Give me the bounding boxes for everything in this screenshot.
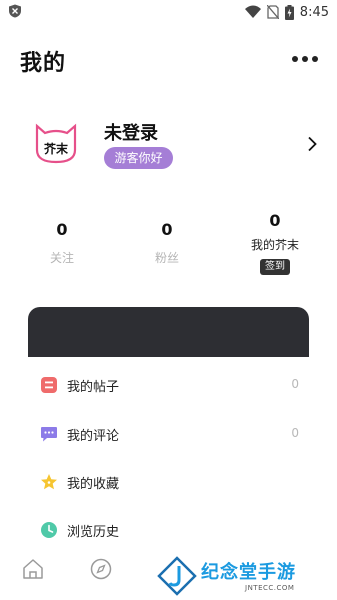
avatar[interactable]: 芥末 xyxy=(33,120,79,166)
battery-charging-icon xyxy=(284,4,294,20)
menu-item-my-comments[interactable]: 我的评论 0 xyxy=(0,413,337,453)
history-icon xyxy=(41,522,57,538)
guest-badge: 游客你好 xyxy=(104,147,173,169)
username[interactable]: 未登录 xyxy=(104,119,158,145)
compass-icon[interactable] xyxy=(90,558,112,580)
more-dot-icon xyxy=(302,56,308,62)
stat-fans[interactable]: 0 粉丝 xyxy=(143,220,191,266)
wifi-icon xyxy=(244,5,261,18)
comment-icon xyxy=(41,427,57,442)
fans-count: 0 xyxy=(161,220,173,239)
shield-icon xyxy=(9,4,21,18)
menu-item-count: 0 xyxy=(291,426,299,440)
more-dot-icon xyxy=(312,56,318,62)
following-count: 0 xyxy=(56,220,68,239)
menu-item-history[interactable]: 浏览历史 xyxy=(0,509,337,549)
menu-item-label: 浏览历史 xyxy=(67,525,120,540)
fans-label: 粉丝 xyxy=(154,251,179,265)
more-options-button[interactable] xyxy=(292,52,318,66)
menu-item-my-favorites[interactable]: 我的收藏 xyxy=(0,461,337,501)
stat-my-jiemo[interactable]: 0 我的芥末 签到 xyxy=(235,211,315,275)
status-time: 8:45 xyxy=(299,4,329,20)
menu-item-count: 0 xyxy=(291,377,299,391)
home-icon[interactable] xyxy=(22,558,44,580)
jiemo-count: 0 xyxy=(269,211,281,230)
page-title: 我的 xyxy=(20,51,67,76)
posts-icon xyxy=(41,377,57,393)
menu-item-label: 我的评论 xyxy=(67,429,120,444)
checkin-button[interactable]: 签到 xyxy=(260,259,290,275)
watermark-logo-icon xyxy=(157,556,197,596)
chevron-right-icon[interactable] xyxy=(306,136,318,152)
dark-banner-card[interactable] xyxy=(28,307,309,357)
status-bar: 8:45 xyxy=(0,0,337,24)
more-dot-icon xyxy=(292,56,298,62)
jiemo-label: 我的芥末 xyxy=(250,238,299,252)
following-label: 关注 xyxy=(49,251,74,265)
status-icons: 8:45 xyxy=(244,3,329,21)
watermark: 纪念堂手游 JNTECC.COM xyxy=(153,554,337,600)
stat-following[interactable]: 0 关注 xyxy=(38,220,86,266)
menu-item-label: 我的收藏 xyxy=(67,477,120,492)
avatar-logo-text: 芥末 xyxy=(44,141,69,156)
watermark-subtext: JNTECC.COM xyxy=(245,584,295,592)
watermark-text: 纪念堂手游 xyxy=(201,562,296,583)
menu-item-my-posts[interactable]: 我的帖子 0 xyxy=(0,364,337,404)
star-icon xyxy=(41,474,57,490)
no-sim-icon xyxy=(266,5,279,19)
menu-item-label: 我的帖子 xyxy=(67,380,120,395)
